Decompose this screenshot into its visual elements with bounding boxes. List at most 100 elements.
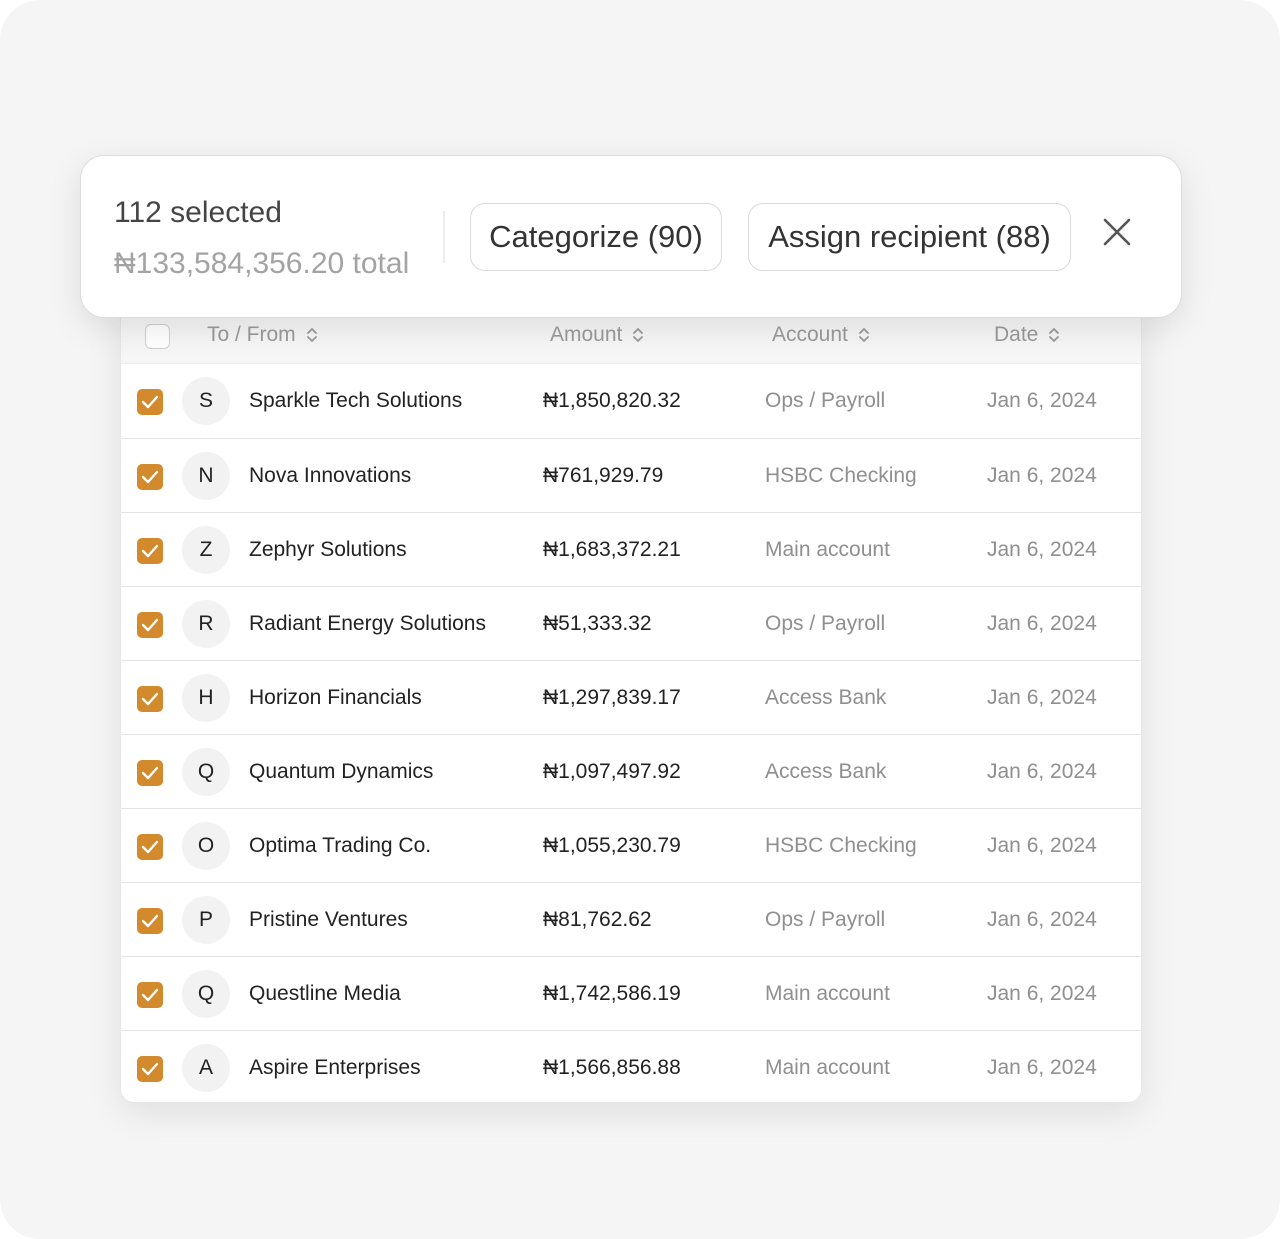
- sort-icon: [1049, 328, 1060, 342]
- avatar: A: [182, 1044, 230, 1092]
- date-value: Jan 6, 2024: [987, 389, 1097, 412]
- recipient-name: Questline Media: [249, 982, 401, 1005]
- row-checkbox[interactable]: [137, 834, 163, 860]
- column-header-label: Date: [994, 323, 1039, 346]
- column-header-amount[interactable]: Amount: [550, 323, 644, 347]
- recipient-name: Pristine Ventures: [249, 908, 408, 931]
- date-value: Jan 6, 2024: [987, 908, 1097, 931]
- date-value: Jan 6, 2024: [987, 612, 1097, 635]
- table-row[interactable]: Z Zephyr Solutions ₦1,683,372.21 Main accou…: [121, 512, 1141, 586]
- amount-value: ₦1,055,230.79: [543, 834, 681, 857]
- selected-count: 112 selected: [114, 196, 282, 229]
- check-icon: [141, 544, 159, 558]
- check-icon: [141, 1062, 159, 1076]
- recipient-name: Sparkle Tech Solutions: [249, 389, 463, 412]
- sort-icon: [633, 328, 644, 342]
- column-header-label: To / From: [207, 323, 296, 346]
- avatar: O: [182, 822, 230, 870]
- row-checkbox[interactable]: [137, 908, 163, 934]
- column-header-label: Account: [772, 323, 848, 346]
- amount-value: ₦1,850,820.32: [543, 389, 681, 412]
- check-icon: [141, 395, 159, 409]
- amount-value: ₦1,297,839.17: [543, 686, 681, 709]
- column-header-to-from[interactable]: To / From: [207, 323, 318, 347]
- account-value: Access Bank: [765, 760, 887, 783]
- divider: [443, 211, 445, 263]
- check-icon: [141, 692, 159, 706]
- account-value: Main account: [765, 1056, 890, 1079]
- date-value: Jan 6, 2024: [987, 686, 1097, 709]
- check-icon: [141, 470, 159, 484]
- column-header-account[interactable]: Account: [772, 323, 870, 347]
- account-value: Access Bank: [765, 686, 887, 709]
- selected-total: ₦133,584,356.20 total: [114, 247, 410, 280]
- row-checkbox[interactable]: [137, 389, 163, 415]
- page-background: To / From Amount Account Date S Sparkle T…: [0, 0, 1280, 1239]
- amount-value: ₦1,742,586.19: [543, 982, 681, 1005]
- table-row[interactable]: P Pristine Ventures ₦81,762.62 Ops / Payrol…: [121, 882, 1141, 956]
- recipient-name: Horizon Financials: [249, 686, 422, 709]
- bulk-selection-bar: 112 selected ₦133,584,356.20 total Categ…: [80, 155, 1182, 318]
- amount-value: ₦1,683,372.21: [543, 538, 681, 561]
- table-row[interactable]: S Sparkle Tech Solutions ₦1,850,820.32 Ops …: [121, 364, 1141, 438]
- row-checkbox[interactable]: [137, 982, 163, 1008]
- amount-value: ₦761,929.79: [543, 464, 664, 487]
- check-icon: [141, 914, 159, 928]
- close-icon[interactable]: [1101, 216, 1133, 248]
- row-checkbox[interactable]: [137, 760, 163, 786]
- recipient-name: Nova Innovations: [249, 464, 412, 487]
- avatar: Z: [182, 526, 230, 574]
- sort-icon: [306, 328, 317, 342]
- recipient-name: Quantum Dynamics: [249, 760, 434, 783]
- date-value: Jan 6, 2024: [987, 464, 1097, 487]
- date-value: Jan 6, 2024: [987, 760, 1097, 783]
- avatar: S: [182, 377, 230, 425]
- account-value: Ops / Payroll: [765, 389, 886, 412]
- avatar: R: [182, 600, 230, 648]
- date-value: Jan 6, 2024: [987, 538, 1097, 561]
- categorize-button[interactable]: Categorize (90): [470, 203, 722, 271]
- avatar: H: [182, 674, 230, 722]
- recipient-name: Optima Trading Co.: [249, 834, 432, 857]
- amount-value: ₦51,333.32: [543, 612, 652, 635]
- column-header-date[interactable]: Date: [994, 323, 1060, 347]
- sort-icon: [858, 328, 869, 342]
- check-icon: [141, 840, 159, 854]
- check-icon: [141, 766, 159, 780]
- recipient-name: Zephyr Solutions: [249, 538, 407, 561]
- account-value: HSBC Checking: [765, 834, 917, 857]
- account-value: Ops / Payroll: [765, 908, 886, 931]
- table-row[interactable]: Q Quantum Dynamics ₦1,097,497.92 Access Ban…: [121, 734, 1141, 808]
- row-checkbox[interactable]: [137, 538, 163, 564]
- column-header-label: Amount: [550, 323, 623, 346]
- table-row[interactable]: O Optima Trading Co. ₦1,055,230.79 HSBC Che…: [121, 808, 1141, 882]
- recipient-name: Aspire Enterprises: [249, 1056, 421, 1079]
- recipient-name: Radiant Energy Solutions: [249, 612, 486, 635]
- avatar: N: [182, 452, 230, 500]
- account-value: Ops / Payroll: [765, 612, 886, 635]
- row-checkbox[interactable]: [137, 612, 163, 638]
- account-value: Main account: [765, 982, 890, 1005]
- table-row[interactable]: N Nova Innovations ₦761,929.79 HSBC Checkin…: [121, 438, 1141, 512]
- date-value: Jan 6, 2024: [987, 982, 1097, 1005]
- row-checkbox[interactable]: [137, 464, 163, 490]
- date-value: Jan 6, 2024: [987, 1056, 1097, 1079]
- transactions-table: To / From Amount Account Date S Sparkle T…: [120, 300, 1142, 1103]
- select-all-checkbox[interactable]: [145, 324, 170, 349]
- table-row[interactable]: R Radiant Energy Solutions ₦51,333.32 Ops /…: [121, 586, 1141, 660]
- account-value: Main account: [765, 538, 890, 561]
- amount-value: ₦1,097,497.92: [543, 760, 681, 783]
- avatar: Q: [182, 970, 230, 1018]
- avatar: Q: [182, 748, 230, 796]
- amount-value: ₦81,762.62: [543, 908, 652, 931]
- assign-recipient-button[interactable]: Assign recipient (88): [748, 203, 1071, 271]
- check-icon: [141, 618, 159, 632]
- date-value: Jan 6, 2024: [987, 834, 1097, 857]
- check-icon: [141, 988, 159, 1002]
- avatar: P: [182, 896, 230, 944]
- table-row[interactable]: H Horizon Financials ₦1,297,839.17 Access B…: [121, 660, 1141, 734]
- table-row[interactable]: Q Questline Media ₦1,742,586.19 Main accoun…: [121, 956, 1141, 1030]
- row-checkbox[interactable]: [137, 1056, 163, 1082]
- table-row[interactable]: A Aspire Enterprises ₦1,566,856.88 Main acc…: [121, 1030, 1141, 1102]
- row-checkbox[interactable]: [137, 686, 163, 712]
